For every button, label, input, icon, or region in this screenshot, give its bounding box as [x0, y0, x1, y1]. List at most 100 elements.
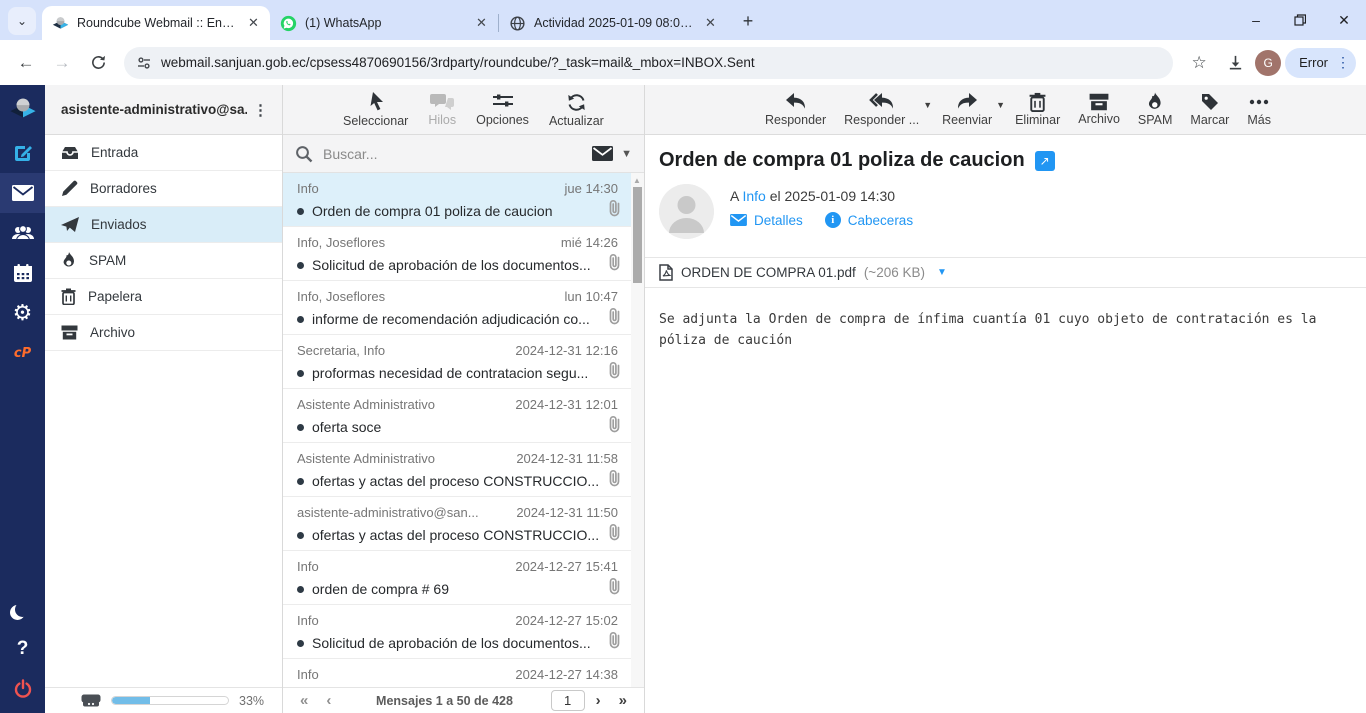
attachment-menu-caret-icon[interactable]: ▼ [937, 267, 947, 278]
account-menu-kebab-icon[interactable]: ⋮ [247, 97, 274, 123]
logout-power-icon[interactable] [0, 669, 45, 709]
search-scope-button[interactable]: ▼ [592, 146, 632, 161]
archive-button[interactable]: Archivo [1070, 91, 1128, 128]
scroll-thumb[interactable] [633, 187, 642, 283]
scroll-up-icon[interactable]: ▲ [633, 176, 641, 185]
message-list-item[interactable]: asistente-administrativo@san... 2024-12-… [283, 497, 644, 551]
details-toggle[interactable]: Detalles [730, 213, 803, 228]
message-list-column: Seleccionar Hilos Opciones Actualizar [283, 85, 645, 713]
next-page-button[interactable]: › [589, 692, 608, 709]
last-page-button[interactable]: » [612, 692, 634, 709]
message-date: 2024-12-27 15:02 [515, 613, 618, 628]
bookmark-star-icon[interactable]: ☆ [1183, 47, 1215, 79]
tab-close-icon[interactable]: ✕ [702, 15, 719, 32]
error-menu-button[interactable]: Error ⋮ [1285, 48, 1356, 78]
folder-item-archivo[interactable]: Archivo [45, 315, 282, 351]
close-window-button[interactable]: ✕ [1322, 0, 1366, 40]
recipient-link[interactable]: Info [742, 188, 765, 204]
site-settings-icon[interactable] [136, 55, 152, 71]
contacts-nav-icon[interactable] [0, 213, 45, 253]
message-sender: asistente-administrativo@san... [297, 505, 479, 520]
tab-close-icon[interactable]: ✕ [473, 15, 490, 32]
message-list-item[interactable]: Asistente Administrativo 2024-12-31 12:0… [283, 389, 644, 443]
message-list-item[interactable]: Info jue 14:30 Orden de compra 01 poliza… [283, 173, 644, 227]
mail-nav-icon[interactable] [0, 173, 45, 213]
browser-menu-kebab-icon[interactable]: ⋮ [1336, 54, 1350, 71]
threads-button[interactable]: Hilos [420, 90, 464, 129]
first-page-button[interactable]: « [293, 692, 315, 709]
attachment-paperclip-icon [607, 253, 622, 271]
browser-tab-whatsapp[interactable]: (1) WhatsApp ✕ [270, 6, 498, 40]
roundcube-logo-icon[interactable] [0, 85, 45, 133]
folder-item-spam[interactable]: SPAM [45, 243, 282, 279]
message-date: 2024-12-31 12:01 [515, 397, 618, 412]
chevron-down-icon[interactable]: ▼ [621, 148, 632, 160]
unread-dot-icon[interactable] [297, 586, 304, 593]
tab-close-icon[interactable]: ✕ [245, 15, 262, 32]
compose-button[interactable] [0, 133, 45, 173]
options-button[interactable]: Opciones [468, 90, 537, 129]
headers-toggle[interactable]: i Cabeceras [825, 212, 913, 228]
folder-item-borradores[interactable]: Borradores [45, 171, 282, 207]
calendar-nav-icon[interactable] [0, 253, 45, 293]
page-number-input[interactable] [551, 690, 585, 711]
unread-dot-icon[interactable] [297, 424, 304, 431]
folder-item-papelera[interactable]: Papelera [45, 279, 282, 315]
reply-all-caret-icon[interactable]: ▼ [923, 100, 932, 110]
globe-favicon-icon [509, 15, 526, 32]
search-input[interactable] [323, 146, 582, 162]
refresh-button[interactable]: Actualizar [541, 90, 612, 130]
archive-icon [61, 325, 78, 340]
tab-search-button[interactable]: ⌄ [8, 7, 36, 35]
browser-tab-actividad[interactable]: Actividad 2025-01-09 08:00:00 ✕ [499, 6, 727, 40]
dark-mode-moon-icon[interactable] [0, 589, 45, 629]
prev-page-button[interactable]: ‹ [319, 692, 338, 709]
minimize-button[interactable]: – [1234, 0, 1278, 40]
unread-dot-icon[interactable] [297, 316, 304, 323]
delete-button[interactable]: Eliminar [1007, 90, 1068, 129]
cpanel-icon[interactable]: cP [0, 333, 45, 373]
message-sender: Info, Joseflores [297, 289, 385, 304]
downloads-icon[interactable] [1219, 47, 1251, 79]
url-text[interactable]: webmail.sanjuan.gob.ec/cpsess4870690156/… [161, 55, 755, 70]
message-list-item[interactable]: Info, Joseflores mié 14:26 Solicitud de … [283, 227, 644, 281]
reload-button[interactable] [82, 47, 114, 79]
browser-tab-roundcube[interactable]: Roundcube Webmail :: Enviados ✕ [42, 6, 270, 40]
webmail-app: ⚙ cP ? asistente-administrativo@sa... ⋮ … [0, 85, 1366, 713]
unread-dot-icon[interactable] [297, 370, 304, 377]
help-icon[interactable]: ? [0, 629, 45, 669]
unread-dot-icon[interactable] [297, 532, 304, 539]
message-list-item[interactable]: Info 2024-12-27 14:38 [283, 659, 644, 687]
account-header[interactable]: asistente-administrativo@sa... ⋮ [45, 85, 282, 135]
unread-dot-icon[interactable] [297, 208, 304, 215]
folder-item-entrada[interactable]: Entrada [45, 135, 282, 171]
unread-dot-icon[interactable] [297, 640, 304, 647]
attachment-name[interactable]: ORDEN DE COMPRA 01.pdf [681, 265, 856, 280]
reply-all-button[interactable]: Responder ... [836, 90, 927, 129]
back-button[interactable]: ← [10, 47, 42, 79]
message-list-item[interactable]: Secretaria, Info 2024-12-31 12:16 profor… [283, 335, 644, 389]
select-button[interactable]: Seleccionar [335, 89, 416, 130]
open-in-new-window-icon[interactable]: ↗ [1035, 151, 1055, 171]
unread-dot-icon[interactable] [297, 262, 304, 269]
message-list-item[interactable]: Info, Joseflores lun 10:47 informe de re… [283, 281, 644, 335]
folder-item-enviados[interactable]: Enviados [45, 207, 282, 243]
message-list-item[interactable]: Asistente Administrativo 2024-12-31 11:5… [283, 443, 644, 497]
url-bar[interactable]: webmail.sanjuan.gob.ec/cpsess4870690156/… [124, 47, 1173, 79]
unread-dot-icon[interactable] [297, 478, 304, 485]
more-button[interactable]: Más [1239, 90, 1279, 129]
restore-button[interactable] [1278, 0, 1322, 40]
forward-button[interactable]: Reenviar [934, 90, 1000, 129]
error-label: Error [1299, 55, 1328, 70]
mark-button[interactable]: Marcar [1182, 90, 1237, 129]
forward-button[interactable]: → [46, 47, 78, 79]
new-tab-button[interactable]: + [735, 8, 761, 34]
spam-button[interactable]: SPAM [1130, 90, 1181, 129]
profile-avatar[interactable]: G [1255, 50, 1281, 76]
message-list-item[interactable]: Info 2024-12-27 15:02 Solicitud de aprob… [283, 605, 644, 659]
forward-caret-icon[interactable]: ▼ [996, 100, 1005, 110]
message-list-item[interactable]: Info 2024-12-27 15:41 orden de compra # … [283, 551, 644, 605]
settings-gear-icon[interactable]: ⚙ [0, 293, 45, 333]
list-scrollbar[interactable]: ▲ [631, 173, 644, 687]
reply-button[interactable]: Responder [757, 90, 834, 129]
